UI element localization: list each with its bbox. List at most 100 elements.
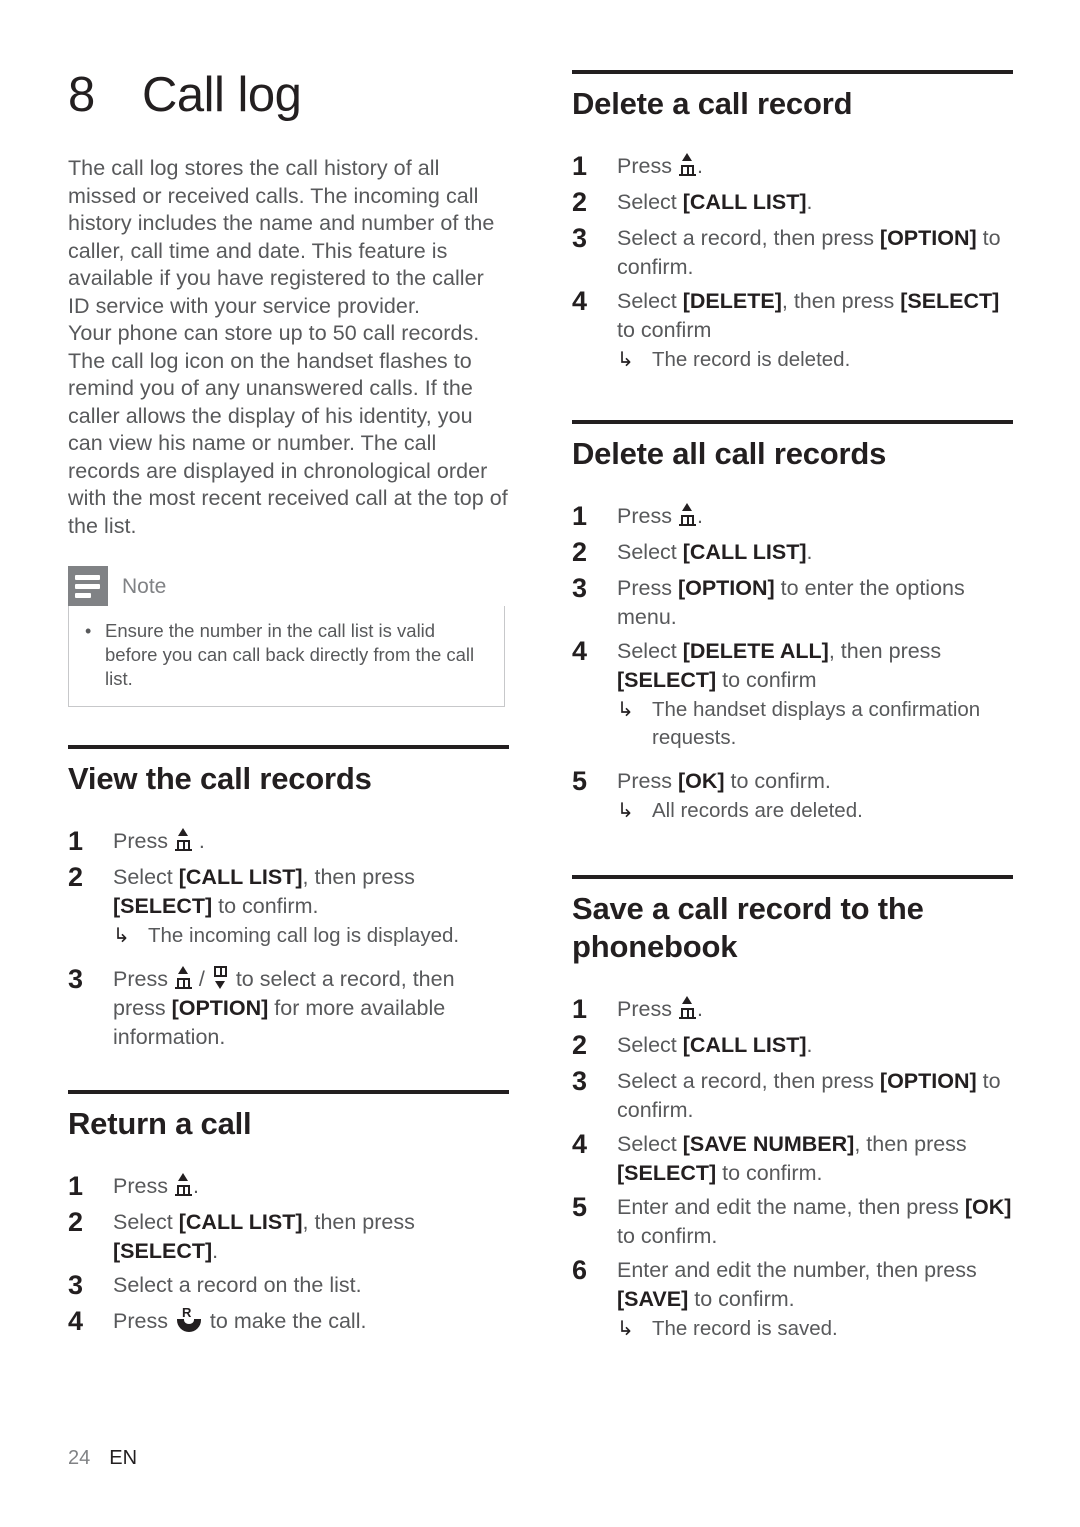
step-item: 2 Select [CALL LIST]. <box>572 535 1013 569</box>
step-number: 2 <box>572 1030 588 1060</box>
section-rule <box>68 1090 509 1095</box>
step-item: 3 Select a record, then press [OPTION] t… <box>572 221 1013 282</box>
result-arrow-icon: ↳ <box>617 349 634 371</box>
right-column: Delete a call record 1 Press . 2 Select … <box>572 70 1013 1345</box>
note-lines-icon <box>68 566 108 607</box>
step-text: Press . <box>617 499 703 531</box>
step-item: 5 Press [OK] to confirm. ↳ All records a… <box>572 764 1013 825</box>
section-delete-all-call-records: Delete all call records 1 Press . 2 Sele… <box>572 420 1013 825</box>
step-text-part: . <box>696 154 703 178</box>
step-item: 1 Press . <box>572 992 1013 1026</box>
step-result: ↳ The record is deleted. <box>617 346 1013 374</box>
section-rule <box>572 875 1013 879</box>
chapter-number: 8 <box>68 68 95 122</box>
step-number: 3 <box>572 573 588 603</box>
step-number: 1 <box>572 151 588 181</box>
step-text: Select [DELETE ALL], then press [SELECT]… <box>617 634 1013 752</box>
result-arrow-icon: ↳ <box>617 699 634 721</box>
step-text-part: to confirm. <box>688 1287 795 1311</box>
note-body: • Ensure the number in the call list is … <box>68 606 505 708</box>
result-text: The record is saved. <box>652 1317 838 1340</box>
menu-key-label: [CALL LIST] <box>178 865 303 890</box>
step-text: Press R to make the call. <box>113 1304 366 1336</box>
menu-key-label: [SELECT] <box>113 894 213 919</box>
step-number: 3 <box>572 1066 588 1096</box>
step-text-part: . <box>806 190 813 214</box>
phonebook-up-key-icon <box>174 828 192 852</box>
chapter-title: Call log <box>142 68 302 122</box>
step-text-part: Press <box>113 1309 174 1334</box>
section-title: Return a call <box>68 1106 252 1142</box>
result-text: The record is deleted. <box>652 348 851 371</box>
step-text-part: Press <box>113 829 174 854</box>
step-number: 6 <box>572 1255 588 1285</box>
menu-key-label: [SAVE NUMBER] <box>682 1132 855 1156</box>
step-result: ↳ The incoming call log is displayed. <box>113 922 509 950</box>
step-item: 3 Press [OPTION] to enter the options me… <box>572 571 1013 632</box>
step-text: Select [CALL LIST]. <box>617 1028 813 1060</box>
step-text-part: Select a record, then press <box>617 1069 880 1093</box>
step-number: 4 <box>572 1129 588 1159</box>
step-text: Select [DELETE], then press [SELECT] to … <box>617 284 1013 374</box>
step-number: 2 <box>68 862 84 893</box>
step-text-part: Press <box>617 769 678 793</box>
step-text: Select [CALL LIST]. <box>617 535 813 567</box>
step-result: ↳ The record is saved. <box>617 1315 1013 1343</box>
bullet-icon: • <box>85 621 92 642</box>
menu-key-label: [DELETE] <box>682 289 782 313</box>
step-text-part: , then press <box>781 289 901 313</box>
page-footer: 24 EN <box>68 1447 137 1470</box>
step-text-part: to confirm. <box>212 894 319 919</box>
step-text-part: Select <box>617 289 683 313</box>
phonebook-up-key-icon <box>678 503 696 526</box>
step-list: 1 Press . 2 Select [CALL LIST], then pre… <box>68 1169 509 1338</box>
step-text-part: to confirm. <box>716 1161 823 1185</box>
step-text-part: Press <box>113 1174 174 1199</box>
step-item: 2 Select [CALL LIST]. <box>572 1028 1013 1062</box>
step-number: 1 <box>68 826 84 857</box>
menu-key-label: [SELECT] <box>900 289 1000 313</box>
step-text-part: Select <box>617 639 683 663</box>
step-text-part: Select <box>113 1210 179 1235</box>
step-item: 2 Select [CALL LIST], then press [SELECT… <box>68 1205 509 1266</box>
note-list-item: • Ensure the number in the call list is … <box>85 619 488 691</box>
step-item: 4 Press R to make the call. <box>68 1304 509 1338</box>
step-text-part: Enter and edit the name, then press <box>617 1195 965 1219</box>
step-item: 2 Select [CALL LIST], then press [SELECT… <box>68 860 509 950</box>
result-arrow-icon: ↳ <box>617 1318 634 1340</box>
menu-key-label: [SELECT] <box>617 1161 717 1185</box>
menu-key-label: [OPTION] <box>677 576 775 600</box>
step-item: 3 Press / to select a record, then press… <box>68 962 509 1052</box>
step-list: 1 Press . 2 Select [CALL LIST]. 3 Select… <box>572 149 1013 374</box>
step-item: 1 Press . <box>68 824 509 858</box>
step-text: Press . <box>617 992 703 1024</box>
step-text: Enter and edit the number, then press [S… <box>617 1253 1013 1343</box>
step-number: 2 <box>572 537 588 567</box>
step-item: 4 Select [DELETE], then press [SELECT] t… <box>572 284 1013 374</box>
note-label: Note <box>122 574 167 598</box>
chapter-heading: 8 Call log <box>68 68 509 122</box>
step-number: 3 <box>68 964 84 995</box>
section-rule <box>572 420 1013 424</box>
call-handset-key-icon: R <box>176 1306 202 1333</box>
step-list: 1 Press . 2 Select [CALL LIST]. 3 Press … <box>572 499 1013 825</box>
menu-key-label: [CALL LIST] <box>682 540 807 564</box>
result-text: The incoming call log is displayed. <box>148 924 460 948</box>
step-text-part: Press <box>617 997 678 1021</box>
step-text-part: to confirm. <box>617 1224 718 1248</box>
intro-paragraph-1: The call log stores the call history of … <box>68 156 495 318</box>
menu-key-label: [OK] <box>964 1195 1012 1219</box>
note-header: Note <box>68 566 505 607</box>
left-column: 8 Call log The call log stores the call … <box>68 68 509 1340</box>
step-item: 3 Select a record on the list. <box>68 1268 509 1302</box>
step-item: 5 Enter and edit the name, then press [O… <box>572 1190 1013 1251</box>
step-text: Select [CALL LIST], then press [SELECT] … <box>113 860 509 950</box>
step-text-part: . <box>192 829 205 854</box>
step-text-part: . <box>212 1239 219 1264</box>
step-text-part: to confirm. <box>724 769 831 793</box>
step-text-part: to confirm <box>716 668 817 692</box>
step-text-part: . <box>806 1033 813 1057</box>
step-text-part: . <box>806 540 813 564</box>
step-number: 2 <box>572 187 588 217</box>
step-number: 1 <box>572 501 588 531</box>
